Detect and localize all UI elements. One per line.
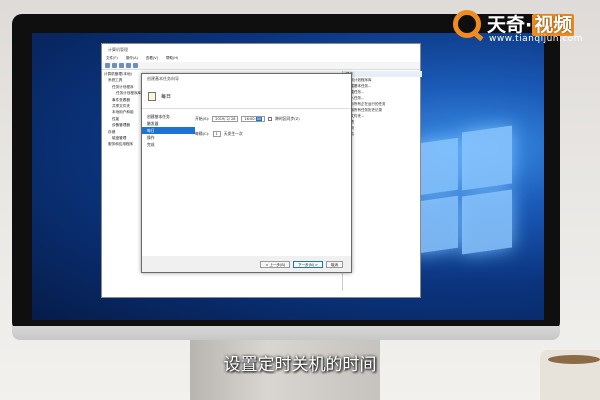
sync-timezone-label: 跨时区同步(Z) [275,115,300,121]
start-time-field[interactable]: 16:00:00 [241,115,266,122]
dialog-footer: < 上一步(B) 下一步(N) > 取消 [142,256,351,272]
window-title: 计算机管理 [108,46,128,52]
step-trigger[interactable]: 触发器 [142,120,195,127]
calendar-icon [148,91,156,101]
logo-accent: 视频 [532,14,575,36]
cancel-button[interactable]: 取消 [326,260,343,268]
actions-pane: 操作 任务计划程序库 创建基本任务... 创建任务... 导入任务... 显示所… [342,71,422,291]
recur-row: 每隔(C): 1 天发生一次 [195,129,351,138]
start-row: 开始(S): 2019/ 2/ 28 16:00:00 跨时区同步(Z) [195,114,351,123]
start-time-seconds[interactable]: 00 [255,116,263,121]
folder-icon[interactable] [119,63,124,68]
forward-icon[interactable] [112,63,117,68]
recur-unit-label: 天发生一次 [223,130,243,136]
start-label: 开始(S): [195,115,210,121]
menu-view[interactable]: 查看(V) [146,56,158,61]
step-finish[interactable]: 完成 [142,141,195,148]
step-daily[interactable]: 每日 [142,127,195,134]
menu-action[interactable]: 操作(A) [126,56,138,61]
recur-days-input[interactable]: 1 [212,130,221,137]
video-subtitle: 设置定时关机的时间 [223,355,377,375]
logo-brand: 天奇 [487,14,526,36]
dialog-header: 每日 [142,84,351,109]
dialog-heading: 每日 [161,93,172,100]
schedule-settings: 开始(S): 2019/ 2/ 28 16:00:00 跨时区同步(Z) 每隔(… [195,109,351,256]
dialog-body: 创建基本任务 触发器 每日 操作 完成 开始(S): 2019/ 2/ 28 1… [142,109,351,256]
list-icon[interactable] [126,63,131,68]
logo-url: www.tianqijun.com [489,34,584,44]
desktop-screen: 计算机管理 文件(F) 操作(A) 查看(V) 帮助(H) 计算机管理(本地) … [32,33,544,320]
wizard-steps: 创建基本任务 触发器 每日 操作 完成 [142,109,195,256]
menu-help[interactable]: 帮助(H) [166,56,178,61]
monitor-chin [12,326,560,340]
logo-text: 天奇· 视频 [487,10,575,37]
dialog-title: 创建基本任务向导 [142,74,351,84]
toolbar [102,62,420,70]
start-date-picker[interactable]: 2019/ 2/ 28 [212,115,239,122]
step-create-task[interactable]: 创建基本任务 [142,113,195,120]
step-action[interactable]: 操作 [142,134,195,141]
brand-logo: 天奇· 视频 www.tianqijun.com [453,10,593,50]
basic-task-wizard-dialog: 创建基本任务向导 每日 创建基本任务 触发器 每日 操作 完成 开始(S): 2… [141,73,352,273]
back-button[interactable]: < 上一步(B) [260,260,291,268]
help-icon[interactable] [133,63,138,68]
sync-timezone-checkbox[interactable] [268,116,273,121]
back-icon[interactable] [105,63,110,68]
logo-q-icon [453,10,481,38]
next-button[interactable]: 下一步(N) > [293,260,323,268]
menu-bar: 文件(F) 操作(A) 查看(V) 帮助(H) [102,55,420,62]
windows-logo-icon [412,123,512,263]
menu-file[interactable]: 文件(F) [106,56,118,61]
recur-label: 每隔(C): [195,130,210,136]
start-time-hm: 16:00: [244,116,256,121]
action-item[interactable]: 帮助 [343,131,422,137]
